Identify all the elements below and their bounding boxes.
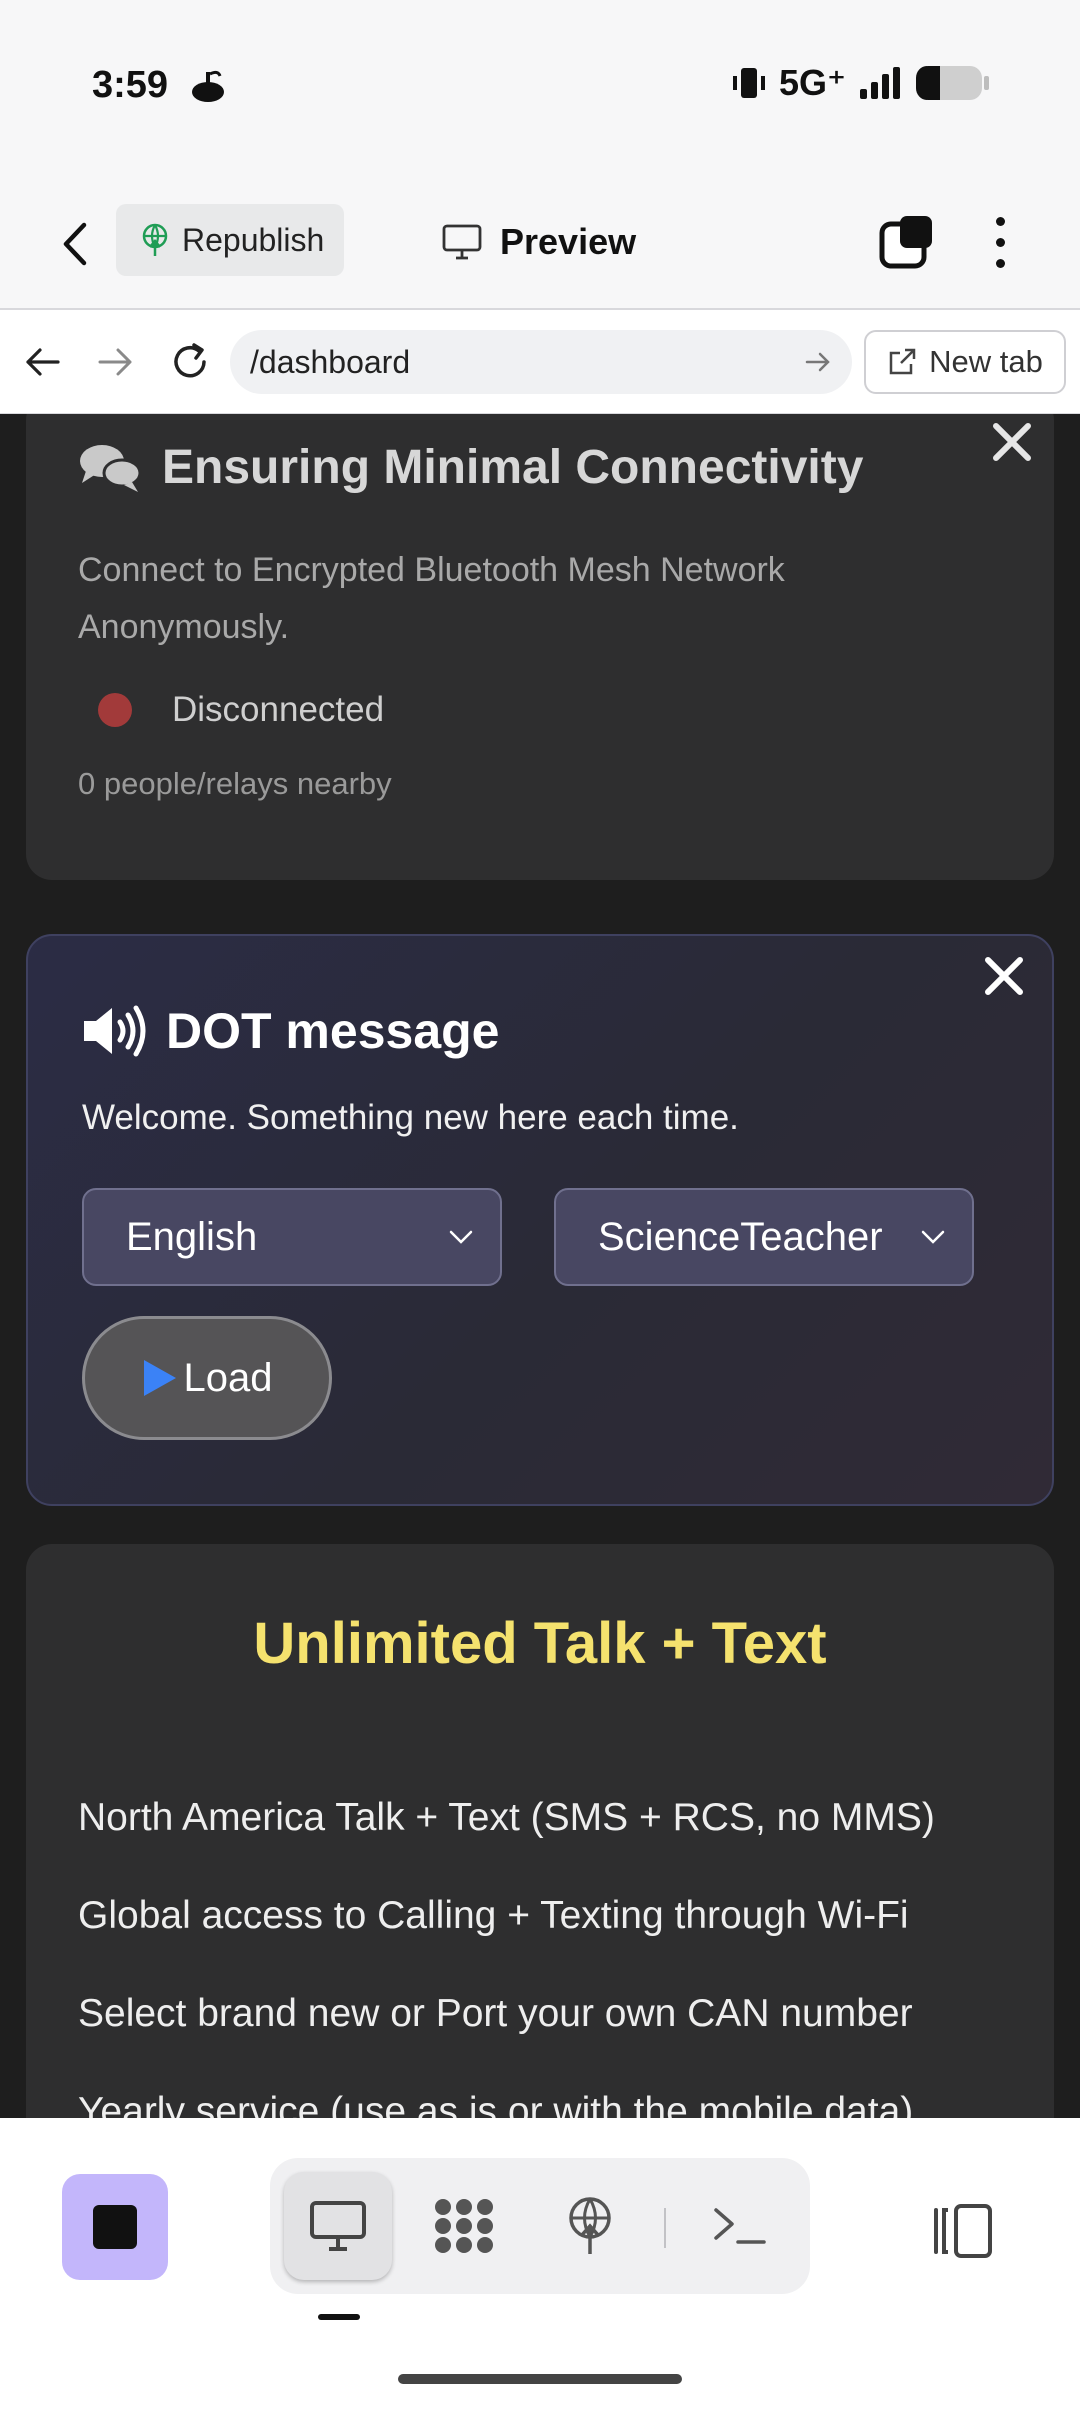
more-menu-button[interactable]: [980, 212, 1020, 272]
new-tab-button[interactable]: New tab: [864, 330, 1066, 394]
monitor-icon: [310, 2201, 366, 2251]
editor-header: Republish Preview: [0, 176, 1080, 310]
nearby-count: 0 people/relays nearby: [78, 766, 392, 801]
activity-icon: [192, 70, 224, 102]
republish-button[interactable]: Republish: [116, 204, 344, 276]
connectivity-title: Ensuring Minimal Connectivity: [162, 441, 864, 494]
persona-select-value: ScienceTeacher: [598, 1214, 883, 1259]
pages-icon[interactable]: [878, 212, 938, 272]
load-button[interactable]: Load: [82, 1316, 332, 1440]
url-input[interactable]: /dashboard: [230, 330, 852, 394]
connectivity-card: Ensuring Minimal Connectivity Connect to…: [26, 414, 1054, 880]
view-mode-switcher: [270, 2158, 810, 2294]
chat-bubbles-icon: [80, 444, 142, 492]
plan-title: Unlimited Talk + Text: [253, 1611, 827, 1676]
terminal-mode-button[interactable]: [686, 2172, 794, 2280]
arrow-left-icon[interactable]: [20, 340, 64, 384]
network-type: 5G⁺: [778, 62, 846, 103]
new-tab-label: New tab: [929, 344, 1043, 379]
grid-blobs-icon: [435, 2199, 493, 2253]
side-panel-icon[interactable]: [930, 2198, 996, 2264]
stop-square-icon: [93, 2205, 137, 2249]
connection-status-label: Disconnected: [172, 690, 385, 729]
load-label: Load: [183, 1355, 273, 1400]
preview-label: Preview: [500, 221, 637, 262]
url-text: /dashboard: [250, 343, 411, 380]
more-dot-icon: [995, 216, 1005, 226]
chevron-left-icon: [63, 222, 87, 266]
language-select[interactable]: English: [82, 1188, 502, 1286]
chevron-down-icon: [449, 1230, 473, 1244]
app-button[interactable]: [62, 2174, 168, 2280]
connectivity-header: Ensuring Minimal Connectivity: [78, 440, 863, 495]
status-time: 3:59: [92, 64, 169, 106]
plan-card: Unlimited Talk + Text North America Talk…: [26, 1544, 1054, 2118]
arrow-right-icon[interactable]: [94, 340, 138, 384]
dot-message-description: Welcome. Something new here each time.: [82, 1098, 739, 1137]
signal-icon: [860, 67, 900, 99]
toolbar-divider: [664, 2208, 666, 2248]
monitor-icon: [442, 224, 482, 260]
plan-feature-item: Yearly service (use as is or with the mo…: [78, 2090, 914, 2118]
status-indicators: 5G⁺: [731, 62, 990, 104]
go-arrow-icon[interactable]: [804, 350, 832, 374]
plan-feature-item: Select brand new or Port your own CAN nu…: [78, 1992, 913, 2035]
chevron-down-icon: [921, 1230, 945, 1244]
components-mode-button[interactable]: [410, 2172, 518, 2280]
more-dot-icon: [995, 258, 1005, 268]
dot-message-card: DOT message Welcome. Something new here …: [26, 934, 1054, 1506]
republish-label: Republish: [182, 221, 325, 258]
publish-mode-button[interactable]: [536, 2172, 644, 2280]
back-button[interactable]: [50, 214, 100, 274]
preview-mode-button[interactable]: [284, 2172, 392, 2280]
language-select-value: English: [126, 1214, 258, 1259]
status-bar: 3:59 5G⁺: [0, 0, 1080, 176]
address-bar: /dashboard New tab: [0, 310, 1080, 414]
bottom-toolbar: [0, 2118, 1080, 2424]
plan-feature-item: North America Talk + Text (SMS + RCS, no…: [78, 1796, 935, 1839]
plan-feature-item: Global access to Calling + Texting throu…: [78, 1894, 909, 1937]
more-dot-icon: [995, 237, 1005, 247]
close-icon[interactable]: [990, 420, 1034, 464]
dot-message-title: DOT message: [166, 1003, 500, 1059]
vibrate-icon: [732, 68, 765, 98]
speaker-icon: [84, 1005, 146, 1057]
close-icon[interactable]: [982, 954, 1026, 998]
globe-upload-icon: [569, 2197, 611, 2254]
battery-icon: [916, 66, 989, 100]
globe-upload-icon: [142, 223, 168, 256]
persona-select[interactable]: ScienceTeacher: [554, 1188, 974, 1286]
page-content: Ensuring Minimal Connectivity Connect to…: [0, 414, 1080, 2118]
dot-message-header: DOT message: [82, 1002, 499, 1060]
status-dot: [98, 693, 132, 727]
connection-status: Disconnected: [98, 690, 384, 730]
home-indicator[interactable]: [398, 2374, 682, 2384]
connectivity-description: Connect to Encrypted Bluetooth Mesh Netw…: [78, 551, 785, 646]
preview-button[interactable]: Preview: [442, 212, 636, 272]
terminal-icon: [714, 2208, 766, 2244]
reload-icon[interactable]: [168, 340, 212, 384]
active-mode-indicator: [318, 2314, 360, 2320]
external-link-icon: [889, 348, 916, 375]
play-icon: [143, 1360, 176, 1396]
